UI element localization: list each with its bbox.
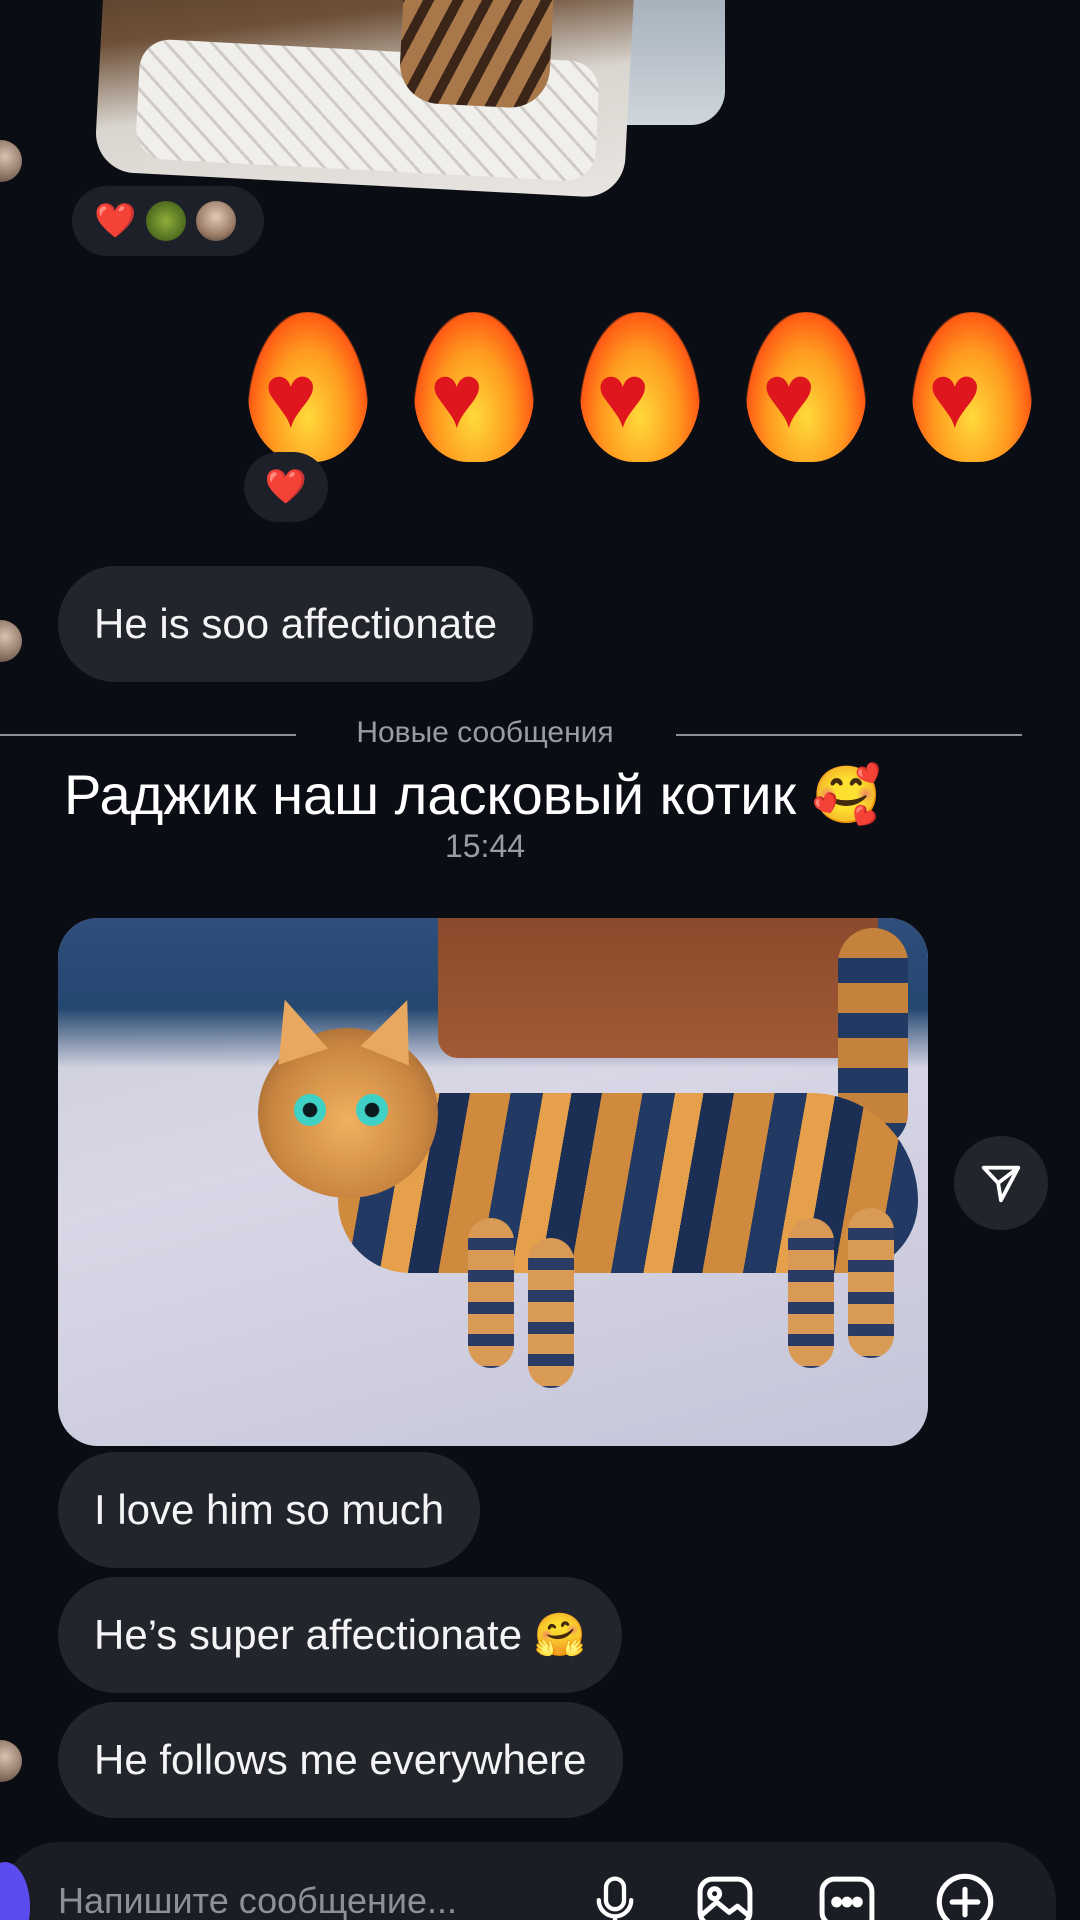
add-button[interactable] <box>930 1872 1000 1920</box>
fire-heart-emoji: ♥ <box>902 312 1042 462</box>
cat-leg <box>528 1238 574 1388</box>
cat-leg <box>788 1218 834 1368</box>
new-messages-divider: Новые сообщения <box>356 716 614 749</box>
fire-hearts-message[interactable]: ♥ ♥ ♥ ♥ ♥ <box>238 312 1042 462</box>
cat-leg <box>468 1218 514 1368</box>
message-headline[interactable]: Раджик наш ласковый котик 🥰 <box>64 762 881 828</box>
image-icon <box>697 1876 753 1920</box>
message-bubble[interactable]: He’s super affectionate 🤗 <box>58 1577 623 1693</box>
fire-heart-emoji: ♥ <box>404 312 544 462</box>
message-bubble[interactable]: He is soo affectionate <box>58 566 534 682</box>
fire-heart-emoji: ♥ <box>736 312 876 462</box>
gallery-button[interactable] <box>690 1872 760 1920</box>
shared-photo[interactable] <box>93 0 637 199</box>
photo-door <box>438 918 878 1058</box>
heart-reaction-pill[interactable]: ❤️ <box>244 452 328 522</box>
send-icon <box>981 1165 1021 1203</box>
heart-reaction: ❤️ <box>264 468 308 506</box>
reactor-avatar <box>146 201 187 241</box>
avatar[interactable] <box>0 1740 22 1782</box>
plus-icon <box>936 1873 994 1920</box>
mic-icon <box>596 1876 634 1920</box>
message-text: He is soo affectionate <box>94 600 498 647</box>
fire-heart-emoji: ♥ <box>570 312 710 462</box>
message-input[interactable]: Напишите сообщение... <box>58 1880 457 1920</box>
cat-leg <box>848 1208 894 1358</box>
avatar[interactable] <box>0 620 22 662</box>
message-bubble[interactable]: I love him so much <box>58 1452 481 1568</box>
heart-reaction: ❤️ <box>94 202 137 240</box>
timestamp: 15:44 <box>444 828 526 864</box>
message-bubble[interactable]: He follows me everywhere <box>58 1702 623 1818</box>
reactor-avatar <box>196 201 237 241</box>
reaction-pill[interactable]: ❤️ <box>72 186 264 256</box>
more-button[interactable] <box>812 1872 882 1920</box>
message-text: I love him so much <box>94 1486 445 1533</box>
message-text: He’s super affectionate 🤗 <box>94 1610 587 1658</box>
avatar[interactable] <box>0 140 22 182</box>
message-text: He follows me everywhere <box>94 1736 587 1783</box>
share-button[interactable] <box>954 1136 1048 1230</box>
voice-button[interactable] <box>580 1872 650 1920</box>
cat-head <box>258 990 438 1198</box>
cat-photo[interactable] <box>58 918 928 1446</box>
fire-heart-emoji: ♥ <box>238 312 378 462</box>
more-icon <box>819 1876 875 1920</box>
photo-cat-legs <box>397 0 557 110</box>
